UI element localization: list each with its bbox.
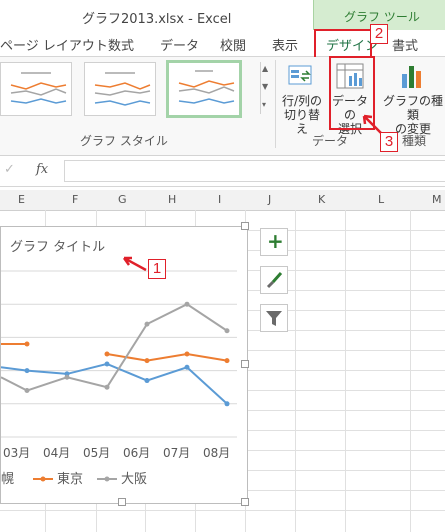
switch-row-col-label-1: 行/列の (281, 94, 323, 108)
group-label-type: 種類 (402, 134, 427, 148)
x-tick-label: 08月 (203, 446, 230, 460)
x-tick-label: 07月 (163, 446, 190, 460)
resize-handle[interactable] (118, 498, 126, 506)
col-header-h[interactable]: H (168, 193, 176, 206)
grid-line (295, 210, 296, 532)
tab-data[interactable]: データ (160, 35, 199, 54)
col-header-e[interactable]: E (18, 193, 25, 206)
data-point-大阪 (224, 328, 230, 334)
legend-label-tokyo: 東京 (57, 471, 83, 487)
data-point-大阪 (104, 384, 110, 390)
switch-icon-graphic (288, 65, 312, 85)
data-point-東京 (104, 351, 110, 357)
tab-page-layout[interactable]: ページ レイアウト (0, 35, 108, 54)
data-point-大阪 (24, 388, 30, 394)
chart-style-preview-1 (10, 72, 67, 104)
data-point-東京 (184, 351, 190, 357)
data-point-東京 (24, 341, 30, 347)
data-point-大阪 (144, 321, 150, 327)
grid-line (0, 510, 445, 511)
resize-handle[interactable] (241, 360, 249, 368)
x-tick-label: 06月 (123, 446, 150, 460)
x-tick-label: 03月 (3, 446, 30, 460)
group-label-data: データ (312, 134, 349, 148)
callout-2: 2 (370, 24, 388, 44)
chart-style-preview-2 (94, 72, 151, 106)
col-header-f[interactable]: F (72, 193, 78, 206)
series-line-大阪 (0, 303, 228, 392)
chart-style-preview-3 (178, 70, 235, 104)
change-type-label-1: グラフの種類 (382, 94, 443, 122)
chart-filters-button[interactable] (260, 304, 288, 332)
chart-styles-button[interactable] (260, 266, 288, 294)
grid-line (410, 210, 411, 532)
data-point-sapporo (24, 368, 30, 374)
scroll-down-icon: ▼ (262, 82, 269, 91)
brush-icon (266, 272, 283, 289)
legend-marker-tokyo (40, 476, 46, 482)
data-point-東京 (144, 358, 150, 364)
chart-style-thumb-2[interactable] (84, 62, 156, 116)
change-chart-type-button[interactable]: グラフの種類 の変更 (380, 94, 445, 136)
scroll-up-icon: ▲ (262, 64, 269, 73)
tab-format[interactable]: 書式 (392, 35, 418, 54)
data-point-sapporo (104, 361, 110, 367)
x-tick-label: 05月 (83, 446, 110, 460)
formula-input[interactable] (64, 160, 445, 182)
chart-title[interactable]: グラフ タイトル (10, 236, 105, 255)
data-point-大阪 (184, 301, 190, 307)
col-header-i[interactable]: I (218, 193, 221, 206)
chart-style-thumb-3-selected[interactable] (166, 60, 242, 118)
col-header-g[interactable]: G (118, 193, 127, 206)
formula-bar: ✓ fx (0, 156, 445, 187)
group-divider (275, 60, 276, 148)
legend-label-osaka: 大阪 (121, 472, 147, 487)
col-header-m[interactable]: M (432, 193, 442, 206)
col-header-l[interactable]: L (378, 193, 384, 206)
switch-row-col-icon[interactable] (286, 62, 316, 90)
plus-icon: + (267, 229, 284, 253)
context-tab-label: グラフ ツール (344, 10, 420, 24)
data-point-sapporo (144, 378, 150, 384)
chart-elements-button[interactable]: + (260, 228, 288, 256)
callout-1: 1 (148, 259, 166, 279)
tab-review[interactable]: 校閲 (220, 35, 246, 54)
gallery-more-icon: ▾ (262, 100, 267, 109)
switch-row-col-button[interactable]: 行/列の 切り替え (280, 94, 324, 136)
grid-line (345, 210, 346, 532)
x-tick-label: 04月 (43, 446, 70, 460)
col-header-k[interactable]: K (318, 193, 325, 206)
chart-type-icon-graphic (402, 66, 421, 88)
group-label-chart-styles: グラフ スタイル (80, 134, 168, 148)
tab-formulas[interactable]: 数式 (108, 35, 134, 54)
resize-handle[interactable] (241, 222, 249, 230)
fx-icon[interactable]: fx (36, 162, 48, 177)
filter-icon (266, 311, 282, 326)
col-header-j[interactable]: J (268, 193, 271, 206)
change-chart-type-icon[interactable] (398, 62, 428, 90)
series-line-sapporo (0, 362, 228, 405)
legend-marker-osaka (104, 476, 110, 482)
data-point-東京 (224, 358, 230, 364)
confirm-icon[interactable]: ✓ (4, 162, 15, 177)
data-point-大阪 (64, 374, 70, 380)
legend-label-sapporo: 幌 (1, 471, 14, 487)
column-headers: E F G H I J K L M (0, 190, 445, 211)
window-title: グラフ2013.xlsx - Excel (82, 12, 232, 27)
resize-handle[interactable] (241, 498, 249, 506)
style-gallery-scroll[interactable]: ▲ ▼ ▾ (260, 62, 271, 114)
chart-style-thumb-1[interactable] (0, 62, 72, 116)
data-point-sapporo (224, 401, 230, 407)
data-point-sapporo (184, 364, 190, 370)
tab-view[interactable]: 表示 (272, 35, 298, 54)
design-tab-highlight (314, 29, 372, 59)
callout-arrow-1 (122, 256, 147, 272)
